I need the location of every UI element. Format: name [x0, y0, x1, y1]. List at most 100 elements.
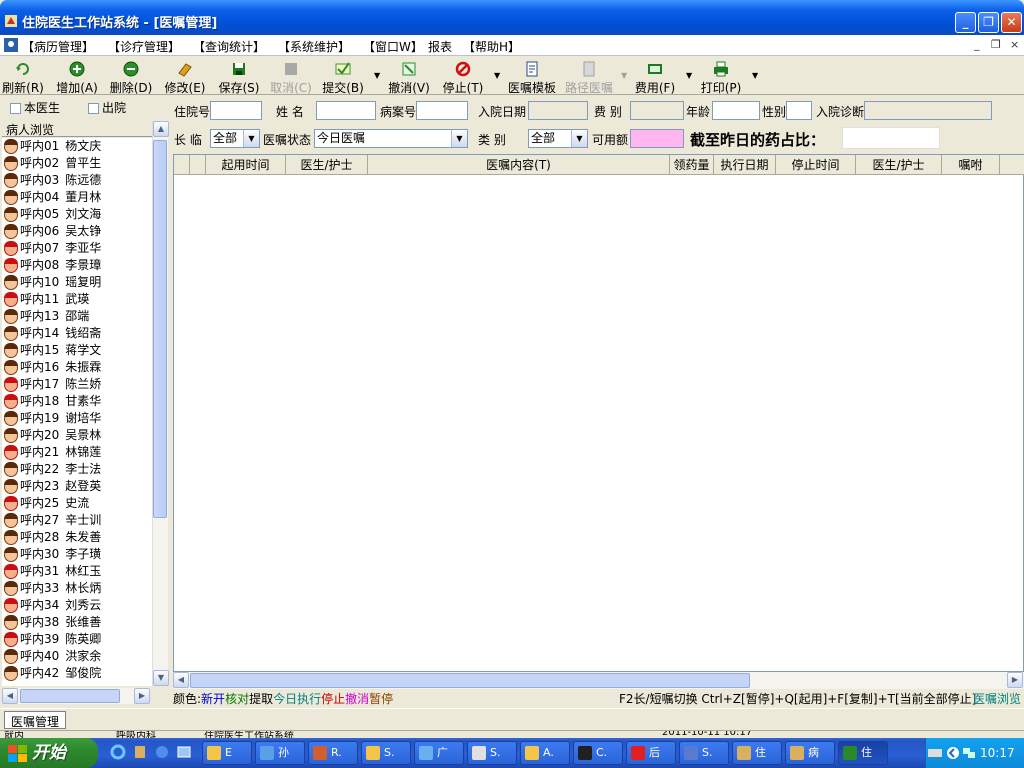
patient-list-item[interactable]: 呼内15 蒋学文	[2, 342, 152, 359]
scroll-right-button[interactable]: ▶	[1007, 672, 1023, 688]
patient-list-item[interactable]: 呼内11 武瑛	[2, 291, 152, 308]
minimize-button[interactable]: _	[955, 12, 976, 33]
order-template-button[interactable]: 医嘱模板	[506, 59, 558, 95]
order-browse-link[interactable]: 医嘱浏览	[973, 690, 1021, 707]
patient-list-item[interactable]: 呼内16 朱振霖	[2, 359, 152, 376]
menu-medical-records[interactable]: 【病历管理】	[22, 38, 94, 55]
ie-icon[interactable]	[110, 744, 126, 760]
order-grid[interactable]	[173, 154, 1024, 672]
tray-expand-icon[interactable]	[946, 746, 960, 760]
stop-dropdown-arrow[interactable]: ▼	[494, 71, 500, 80]
scroll-left-button[interactable]: ◀	[2, 688, 18, 704]
patient-list-item[interactable]: 呼内30 李子璜	[2, 546, 152, 563]
network-icon[interactable]	[962, 746, 976, 760]
grid-col-order-content[interactable]: 医嘱内容(T)	[368, 155, 670, 175]
pathway-dropdown-arrow[interactable]: ▼	[621, 71, 627, 80]
patient-list-item[interactable]: 呼内13 邵端	[2, 308, 152, 325]
patient-list-item[interactable]: 呼内10 瑶复明	[2, 274, 152, 291]
taskbar-task[interactable]: 住	[732, 741, 782, 765]
print-dropdown-arrow[interactable]: ▼	[752, 71, 758, 80]
grid-col-stop-time[interactable]: 停止时间	[776, 155, 856, 175]
available-amount-input[interactable]	[630, 129, 684, 148]
taskbar-task[interactable]: 孙	[255, 741, 305, 765]
grid-col-drug-qty[interactable]: 领药量	[670, 155, 714, 175]
order-grid-hscroll-thumb[interactable]	[190, 673, 750, 688]
patient-list-item[interactable]: 呼内14 钱绍斋	[2, 325, 152, 342]
grid-col-doctor-nurse[interactable]: 医生/护士	[286, 155, 368, 175]
order-status-select[interactable]: 今日医嘱 ▼	[314, 129, 468, 148]
grid-col-stop-doctor-nurse[interactable]: 医生/护士	[856, 155, 942, 175]
save-button[interactable]: 保存(S)	[216, 59, 262, 95]
admission-no-input[interactable]	[210, 101, 262, 120]
category-select[interactable]: 全部 ▼	[528, 129, 588, 148]
patient-list-item[interactable]: 呼内40 洪家余	[2, 648, 152, 665]
menu-help[interactable]: 【帮助H】	[463, 38, 520, 55]
taskbar-task[interactable]: A.	[520, 741, 570, 765]
patient-list-item[interactable]: 呼内42 邹俊院	[2, 665, 152, 682]
patient-list-item[interactable]: 呼内34 刘秀云	[2, 597, 152, 614]
my-doctor-checkbox[interactable]: 本医生	[10, 99, 60, 116]
patient-list-item[interactable]: 呼内20 吴景林	[2, 427, 152, 444]
pathway-order-button[interactable]: 路径医嘱	[563, 59, 615, 95]
scroll-up-button[interactable]: ▲	[153, 121, 169, 137]
menu-diagnosis[interactable]: 【诊疗管理】	[108, 38, 180, 55]
taskbar-task[interactable]: 后	[626, 741, 676, 765]
patient-list-scroll-thumb[interactable]	[153, 140, 167, 518]
submit-button[interactable]: 提交(B)	[320, 59, 366, 95]
admit-diagnosis-input[interactable]	[864, 101, 992, 120]
edit-button[interactable]: 修改(E)	[162, 59, 208, 95]
patient-list-item[interactable]: 呼内07 李亚华	[2, 240, 152, 257]
patient-list-item[interactable]: 呼内23 赵登英	[2, 478, 152, 495]
menu-window[interactable]: 【窗口W】	[363, 38, 423, 55]
patient-list[interactable]: 呼内01 杨文庆 呼内02 曾平生 呼内03 陈远德 呼内04 董月林 呼内05 刘文海 呼内06 吴…	[2, 138, 152, 686]
menu-query-stats[interactable]: 【查询统计】	[193, 38, 265, 55]
tab-order-management[interactable]: 医嘱管理	[4, 711, 67, 729]
age-input[interactable]	[712, 101, 760, 120]
taskbar-task[interactable]: S.	[361, 741, 411, 765]
patient-list-item[interactable]: 呼内18 甘素华	[2, 393, 152, 410]
refresh-button[interactable]: 刷新(R)	[2, 59, 44, 95]
patient-list-item[interactable]: 呼内38 张维善	[2, 614, 152, 631]
taskbar-task[interactable]: R.	[308, 741, 358, 765]
scroll-right-button[interactable]: ▶	[134, 688, 150, 704]
patient-list-item[interactable]: 呼内19 谢培华	[2, 410, 152, 427]
taskbar-task[interactable]: S.	[679, 741, 729, 765]
patient-list-item[interactable]: 呼内33 林长炳	[2, 580, 152, 597]
mdi-child-icon[interactable]	[4, 38, 18, 52]
name-input[interactable]	[316, 101, 376, 120]
add-button[interactable]: 增加(A)	[54, 59, 100, 95]
patient-list-item[interactable]: 呼内39 陈英卿	[2, 631, 152, 648]
quicklaunch-browser-icon[interactable]	[154, 744, 170, 760]
fee-type-input[interactable]	[630, 101, 684, 120]
patient-list-hscroll-thumb[interactable]	[20, 689, 120, 703]
taskbar-task[interactable]: S.	[467, 741, 517, 765]
menu-system-maintenance[interactable]: 【系统维护】	[278, 38, 350, 55]
sex-input[interactable]	[786, 101, 812, 120]
patient-list-item[interactable]: 呼内05 刘文海	[2, 206, 152, 223]
grid-col-exec-date[interactable]: 执行日期	[714, 155, 776, 175]
close-button[interactable]: ✕	[1001, 12, 1022, 33]
taskbar-task[interactable]: E	[202, 741, 252, 765]
show-desktop-icon[interactable]	[176, 744, 192, 760]
patient-list-item[interactable]: 呼内31 林红玉	[2, 563, 152, 580]
patient-list-item[interactable]: 呼内28 朱发善	[2, 529, 152, 546]
patient-list-item[interactable]: 呼内04 董月林	[2, 189, 152, 206]
patient-list-item[interactable]: 呼内03 陈远德	[2, 172, 152, 189]
quicklaunch-app-icon[interactable]	[132, 744, 148, 760]
menu-reports[interactable]: 报表	[428, 38, 452, 55]
cancel-button[interactable]: 取消(C)	[268, 59, 314, 95]
mdi-close-button[interactable]: ×	[1010, 38, 1019, 51]
patient-list-item[interactable]: 呼内17 陈兰娇	[2, 376, 152, 393]
mdi-minimize-button[interactable]: _	[974, 38, 980, 51]
submit-dropdown-arrow[interactable]: ▼	[374, 71, 380, 80]
patient-list-item[interactable]: 呼内01 杨文庆	[2, 138, 152, 155]
taskbar-task[interactable]: 广	[414, 741, 464, 765]
patient-list-item[interactable]: 呼内08 李景璋	[2, 257, 152, 274]
scroll-down-button[interactable]: ▼	[153, 670, 169, 686]
clock[interactable]: 10:17	[980, 746, 1015, 760]
patient-list-item[interactable]: 呼内25 史流	[2, 495, 152, 512]
print-button[interactable]: 打印(P)	[698, 59, 744, 95]
grid-col-instruction[interactable]: 嘱咐	[942, 155, 1000, 175]
delete-button[interactable]: 删除(D)	[108, 59, 154, 95]
scroll-left-button[interactable]: ◀	[173, 672, 189, 688]
